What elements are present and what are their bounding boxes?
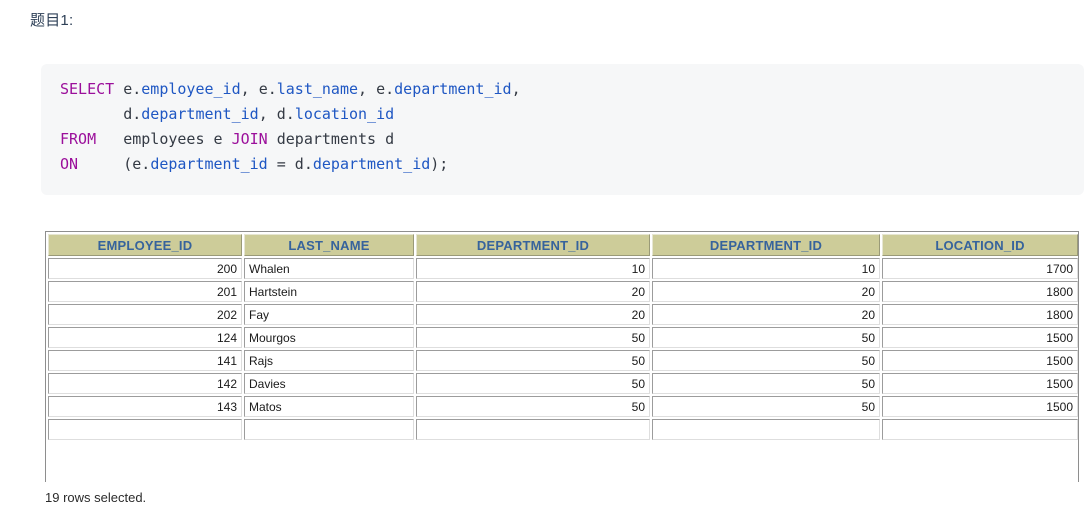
column-header-3[interactable]: DEPARTMENT_ID bbox=[652, 234, 880, 256]
sql-token-ident: last_name bbox=[276, 80, 359, 98]
table-row[interactable]: 142 Davies 50 50 1500 bbox=[48, 373, 1078, 394]
sql-token-plain: (e. bbox=[78, 155, 151, 173]
table-cell[interactable]: 143 bbox=[48, 396, 242, 417]
sql-line-3: FROM employees e JOIN departments d bbox=[41, 127, 1084, 152]
table-cell[interactable]: 50 bbox=[416, 350, 650, 371]
sql-token-ident: employee_id bbox=[141, 80, 241, 98]
table-cell[interactable]: 50 bbox=[652, 373, 880, 394]
table-body: 200 Whalen 10 10 1700 201 Hartstein 20 20 1800 202… bbox=[48, 258, 1078, 440]
sql-token-plain: = d. bbox=[267, 155, 313, 173]
table-header-row: EMPLOYEE_ID LAST_NAME DEPARTMENT_ID DEPARTM… bbox=[48, 234, 1078, 256]
table-cell[interactable]: Davies bbox=[244, 373, 414, 394]
column-header-1[interactable]: LAST_NAME bbox=[244, 234, 414, 256]
query-result-grid[interactable]: EMPLOYEE_ID LAST_NAME DEPARTMENT_ID DEPARTM… bbox=[45, 231, 1079, 482]
column-header-2[interactable]: DEPARTMENT_ID bbox=[416, 234, 650, 256]
column-header-0[interactable]: EMPLOYEE_ID bbox=[48, 234, 242, 256]
rows-selected-status: 19 rows selected. bbox=[45, 490, 147, 505]
table-cell[interactable]: 20 bbox=[416, 304, 650, 325]
column-header-4[interactable]: LOCATION_ID bbox=[882, 234, 1078, 256]
table-cell[interactable]: 20 bbox=[416, 281, 650, 302]
table-cell[interactable]: 202 bbox=[48, 304, 242, 325]
sql-token-ident: department_id bbox=[394, 80, 512, 98]
sql-token-plain: , bbox=[240, 80, 259, 98]
sql-token-kw: JOIN bbox=[231, 130, 268, 148]
table-cell[interactable]: 141 bbox=[48, 350, 242, 371]
sql-code-block: SELECT e.employee_id, e.last_name, e.dep… bbox=[41, 64, 1084, 195]
table-cell[interactable]: 1500 bbox=[882, 350, 1078, 371]
sql-code-lines: SELECT e.employee_id, e.last_name, e.dep… bbox=[41, 77, 1084, 177]
table-cell[interactable]: 1500 bbox=[882, 327, 1078, 348]
table-cell[interactable]: 20 bbox=[652, 281, 880, 302]
table-cell[interactable]: 142 bbox=[48, 373, 242, 394]
table-cell[interactable]: 1800 bbox=[882, 304, 1078, 325]
sql-token-plain: e. bbox=[258, 80, 277, 98]
table-cell[interactable]: 50 bbox=[416, 373, 650, 394]
table-cell[interactable]: Fay bbox=[244, 304, 414, 325]
table-cell[interactable]: 200 bbox=[48, 258, 242, 279]
sql-token-ident: department_id bbox=[141, 105, 259, 123]
table-cell[interactable]: Matos bbox=[244, 396, 414, 417]
sql-token-ident: location_id bbox=[294, 105, 395, 123]
table-cell[interactable]: 1800 bbox=[882, 281, 1078, 302]
table-cell[interactable] bbox=[48, 419, 242, 440]
table-cell[interactable]: 10 bbox=[652, 258, 880, 279]
sql-token-kw: FROM bbox=[60, 130, 97, 148]
table-cell[interactable]: 1700 bbox=[882, 258, 1078, 279]
table-row[interactable]: 143 Matos 50 50 1500 bbox=[48, 396, 1078, 417]
sql-line-1: SELECT e.employee_id, e.last_name, e.dep… bbox=[41, 77, 1084, 102]
page-title: 题目1: bbox=[30, 12, 74, 29]
sql-token-plain: , bbox=[358, 80, 377, 98]
table-cell[interactable] bbox=[882, 419, 1078, 440]
sql-line-2: d.department_id, d.location_id bbox=[41, 102, 1084, 127]
sql-token-plain: , bbox=[511, 80, 521, 98]
table-row[interactable] bbox=[48, 419, 1078, 440]
table-cell[interactable]: 201 bbox=[48, 281, 242, 302]
sql-token-plain: d. bbox=[276, 105, 295, 123]
sql-token-plain bbox=[114, 80, 123, 98]
sql-token-plain: employees e bbox=[96, 130, 232, 148]
table-row[interactable]: 202 Fay 20 20 1800 bbox=[48, 304, 1078, 325]
table-cell[interactable]: 1500 bbox=[882, 373, 1078, 394]
table-cell[interactable]: Mourgos bbox=[244, 327, 414, 348]
table-row[interactable]: 124 Mourgos 50 50 1500 bbox=[48, 327, 1078, 348]
sql-token-plain: e. bbox=[376, 80, 395, 98]
table-row[interactable]: 201 Hartstein 20 20 1800 bbox=[48, 281, 1078, 302]
sql-token-plain: e. bbox=[123, 80, 142, 98]
table-cell[interactable]: 1500 bbox=[882, 396, 1078, 417]
table-cell[interactable]: Rajs bbox=[244, 350, 414, 371]
sql-token-plain: departments d bbox=[267, 130, 395, 148]
sql-token-ident: department_id bbox=[150, 155, 268, 173]
table-cell[interactable] bbox=[416, 419, 650, 440]
sql-line-4: ON (e.department_id = d.department_id); bbox=[41, 152, 1084, 177]
table-cell[interactable] bbox=[244, 419, 414, 440]
sql-token-kw: ON bbox=[60, 155, 79, 173]
sql-token-kw: SELECT bbox=[60, 80, 115, 98]
table-cell[interactable] bbox=[652, 419, 880, 440]
table-cell[interactable]: 50 bbox=[652, 396, 880, 417]
sql-token-plain: , bbox=[258, 105, 277, 123]
table-cell[interactable]: 20 bbox=[652, 304, 880, 325]
table-row[interactable]: 200 Whalen 10 10 1700 bbox=[48, 258, 1078, 279]
sql-token-plain bbox=[60, 105, 123, 123]
table-cell[interactable]: 124 bbox=[48, 327, 242, 348]
table-cell[interactable]: 50 bbox=[652, 350, 880, 371]
table-row[interactable]: 141 Rajs 50 50 1500 bbox=[48, 350, 1078, 371]
sql-token-plain: d. bbox=[123, 105, 142, 123]
table-cell[interactable]: Whalen bbox=[244, 258, 414, 279]
table-cell[interactable]: 50 bbox=[652, 327, 880, 348]
result-table: EMPLOYEE_ID LAST_NAME DEPARTMENT_ID DEPARTM… bbox=[46, 232, 1078, 442]
sql-token-ident: department_id bbox=[312, 155, 431, 173]
table-cell[interactable]: 50 bbox=[416, 327, 650, 348]
table-cell[interactable]: 10 bbox=[416, 258, 650, 279]
table-cell[interactable]: 50 bbox=[416, 396, 650, 417]
table-cell[interactable]: Hartstein bbox=[244, 281, 414, 302]
sql-token-plain: ); bbox=[430, 155, 449, 173]
